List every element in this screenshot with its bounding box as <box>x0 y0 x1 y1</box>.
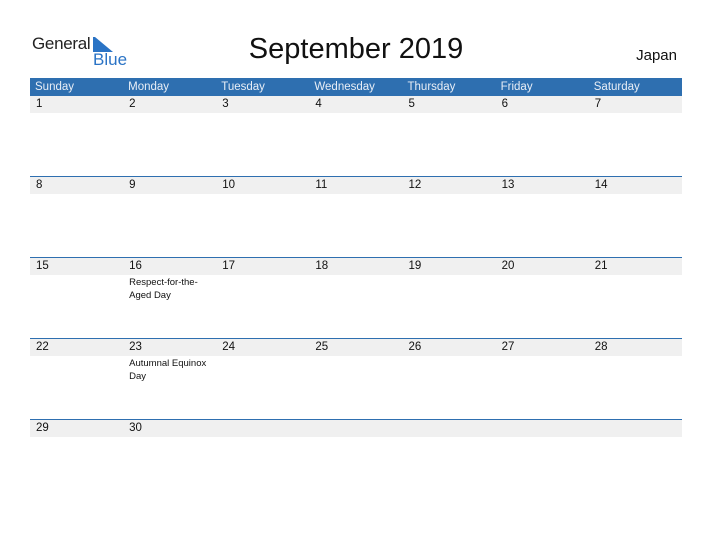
day-cell: 22 <box>30 339 123 420</box>
day-number: 28 <box>594 340 608 353</box>
day-number: 23 <box>129 340 142 353</box>
day-number: 27 <box>501 340 515 353</box>
day-number: 24 <box>222 340 236 353</box>
day-number <box>595 420 682 437</box>
day-number: 3 <box>222 98 229 110</box>
day-number: 14 <box>594 178 608 191</box>
week-row: 29 30 <box>30 418 682 501</box>
calendar-title: September 2019 <box>248 33 464 65</box>
day-cell: 14 <box>589 177 682 258</box>
day-number: 18 <box>315 259 329 272</box>
day-number: 13 <box>501 178 515 191</box>
day-cell: 8 <box>30 177 123 258</box>
day-cell: 23 Autumnal Equinox Day <box>123 339 216 420</box>
day-number: 17 <box>222 259 236 272</box>
day-number: 9 <box>129 178 136 191</box>
day-cell: 9 <box>123 177 216 258</box>
day-number: 8 <box>36 178 43 191</box>
day-cell: 13 <box>496 177 589 258</box>
day-number <box>409 420 496 437</box>
week-row: 8 9 10 11 12 13 14 <box>30 175 682 258</box>
day-cell: 20 <box>496 258 589 339</box>
day-number <box>315 420 402 437</box>
holiday-label: Autumnal Equinox Day <box>129 357 207 382</box>
week-cells: 1 2 3 4 5 6 7 <box>30 96 682 177</box>
day-cell: 5 <box>403 96 496 177</box>
week-cells: 15 16 Respect-for-the-Aged Day 17 18 19 20 21 <box>30 258 682 339</box>
day-number: 12 <box>408 178 422 191</box>
day-number: 26 <box>408 340 422 353</box>
day-cell: 15 <box>30 258 123 339</box>
week-cells: 29 30 <box>30 420 682 501</box>
day-number: 4 <box>315 98 322 110</box>
day-cell: 4 <box>309 96 402 177</box>
day-cell: 21 <box>589 258 682 339</box>
week-row: 1 2 3 4 5 6 7 <box>30 96 682 177</box>
day-cell: 6 <box>496 96 589 177</box>
week-cells: 22 23 Autumnal Equinox Day 24 25 26 27 28 <box>30 339 682 420</box>
day-number: 22 <box>36 340 49 353</box>
day-cell: 26 <box>403 339 496 420</box>
day-cell: 29 <box>30 420 123 501</box>
day-number: 2 <box>129 98 136 110</box>
day-number <box>502 420 589 437</box>
day-cell <box>403 420 496 501</box>
weekday-wednesday: Wednesday <box>314 81 375 93</box>
day-number: 5 <box>408 98 415 110</box>
holiday-label: Respect-for-the-Aged Day <box>129 276 198 301</box>
day-cell: 12 <box>403 177 496 258</box>
day-cell: 2 <box>123 96 216 177</box>
day-number: 21 <box>594 259 608 272</box>
day-cell <box>309 420 402 501</box>
day-number: 1 <box>36 98 43 110</box>
day-cell: 27 <box>496 339 589 420</box>
weekday-header: Sunday Monday Tuesday Wednesday Thursday… <box>30 78 682 96</box>
day-cell: 11 <box>309 177 402 258</box>
day-cell: 28 <box>589 339 682 420</box>
day-number: 7 <box>594 98 602 110</box>
day-cell: 19 <box>403 258 496 339</box>
day-number: 19 <box>408 259 422 272</box>
day-number: 29 <box>36 421 49 434</box>
day-number: 25 <box>315 340 329 353</box>
day-number: 16 <box>129 259 142 272</box>
weekday-friday: Friday <box>500 81 533 93</box>
week-row: 15 16 Respect-for-the-Aged Day 17 18 19 20 21 <box>30 256 682 339</box>
day-number: 11 <box>315 178 328 191</box>
day-cell <box>496 420 589 501</box>
day-cell: 25 <box>309 339 402 420</box>
day-cell <box>216 420 309 501</box>
day-number <box>222 420 309 437</box>
week-row: 22 23 Autumnal Equinox Day 24 25 26 27 28 <box>30 337 682 420</box>
country-label: Japan <box>636 47 677 64</box>
day-number: 30 <box>129 421 142 434</box>
day-cell <box>589 420 682 501</box>
day-cell: 3 <box>216 96 309 177</box>
day-cell: 17 <box>216 258 309 339</box>
day-cell: 7 <box>589 96 682 177</box>
day-cell: 1 <box>30 96 123 177</box>
weekday-thursday: Thursday <box>407 81 456 93</box>
day-cell: 10 <box>216 177 309 258</box>
day-cell: 24 <box>216 339 309 420</box>
week-cells: 8 9 10 11 12 13 14 <box>30 177 682 258</box>
day-cell: 18 <box>309 258 402 339</box>
weekday-tuesday: Tuesday <box>221 81 265 93</box>
day-cell: 16 Respect-for-the-Aged Day <box>123 258 216 339</box>
day-number: 15 <box>36 259 49 272</box>
weekday-saturday: Saturday <box>593 81 640 93</box>
weekday-monday: Monday <box>128 81 170 93</box>
day-number: 20 <box>501 259 515 272</box>
day-cell: 30 <box>123 420 216 501</box>
day-number: 10 <box>222 178 236 191</box>
weekday-sunday: Sunday <box>35 81 75 93</box>
day-number: 6 <box>501 98 509 110</box>
